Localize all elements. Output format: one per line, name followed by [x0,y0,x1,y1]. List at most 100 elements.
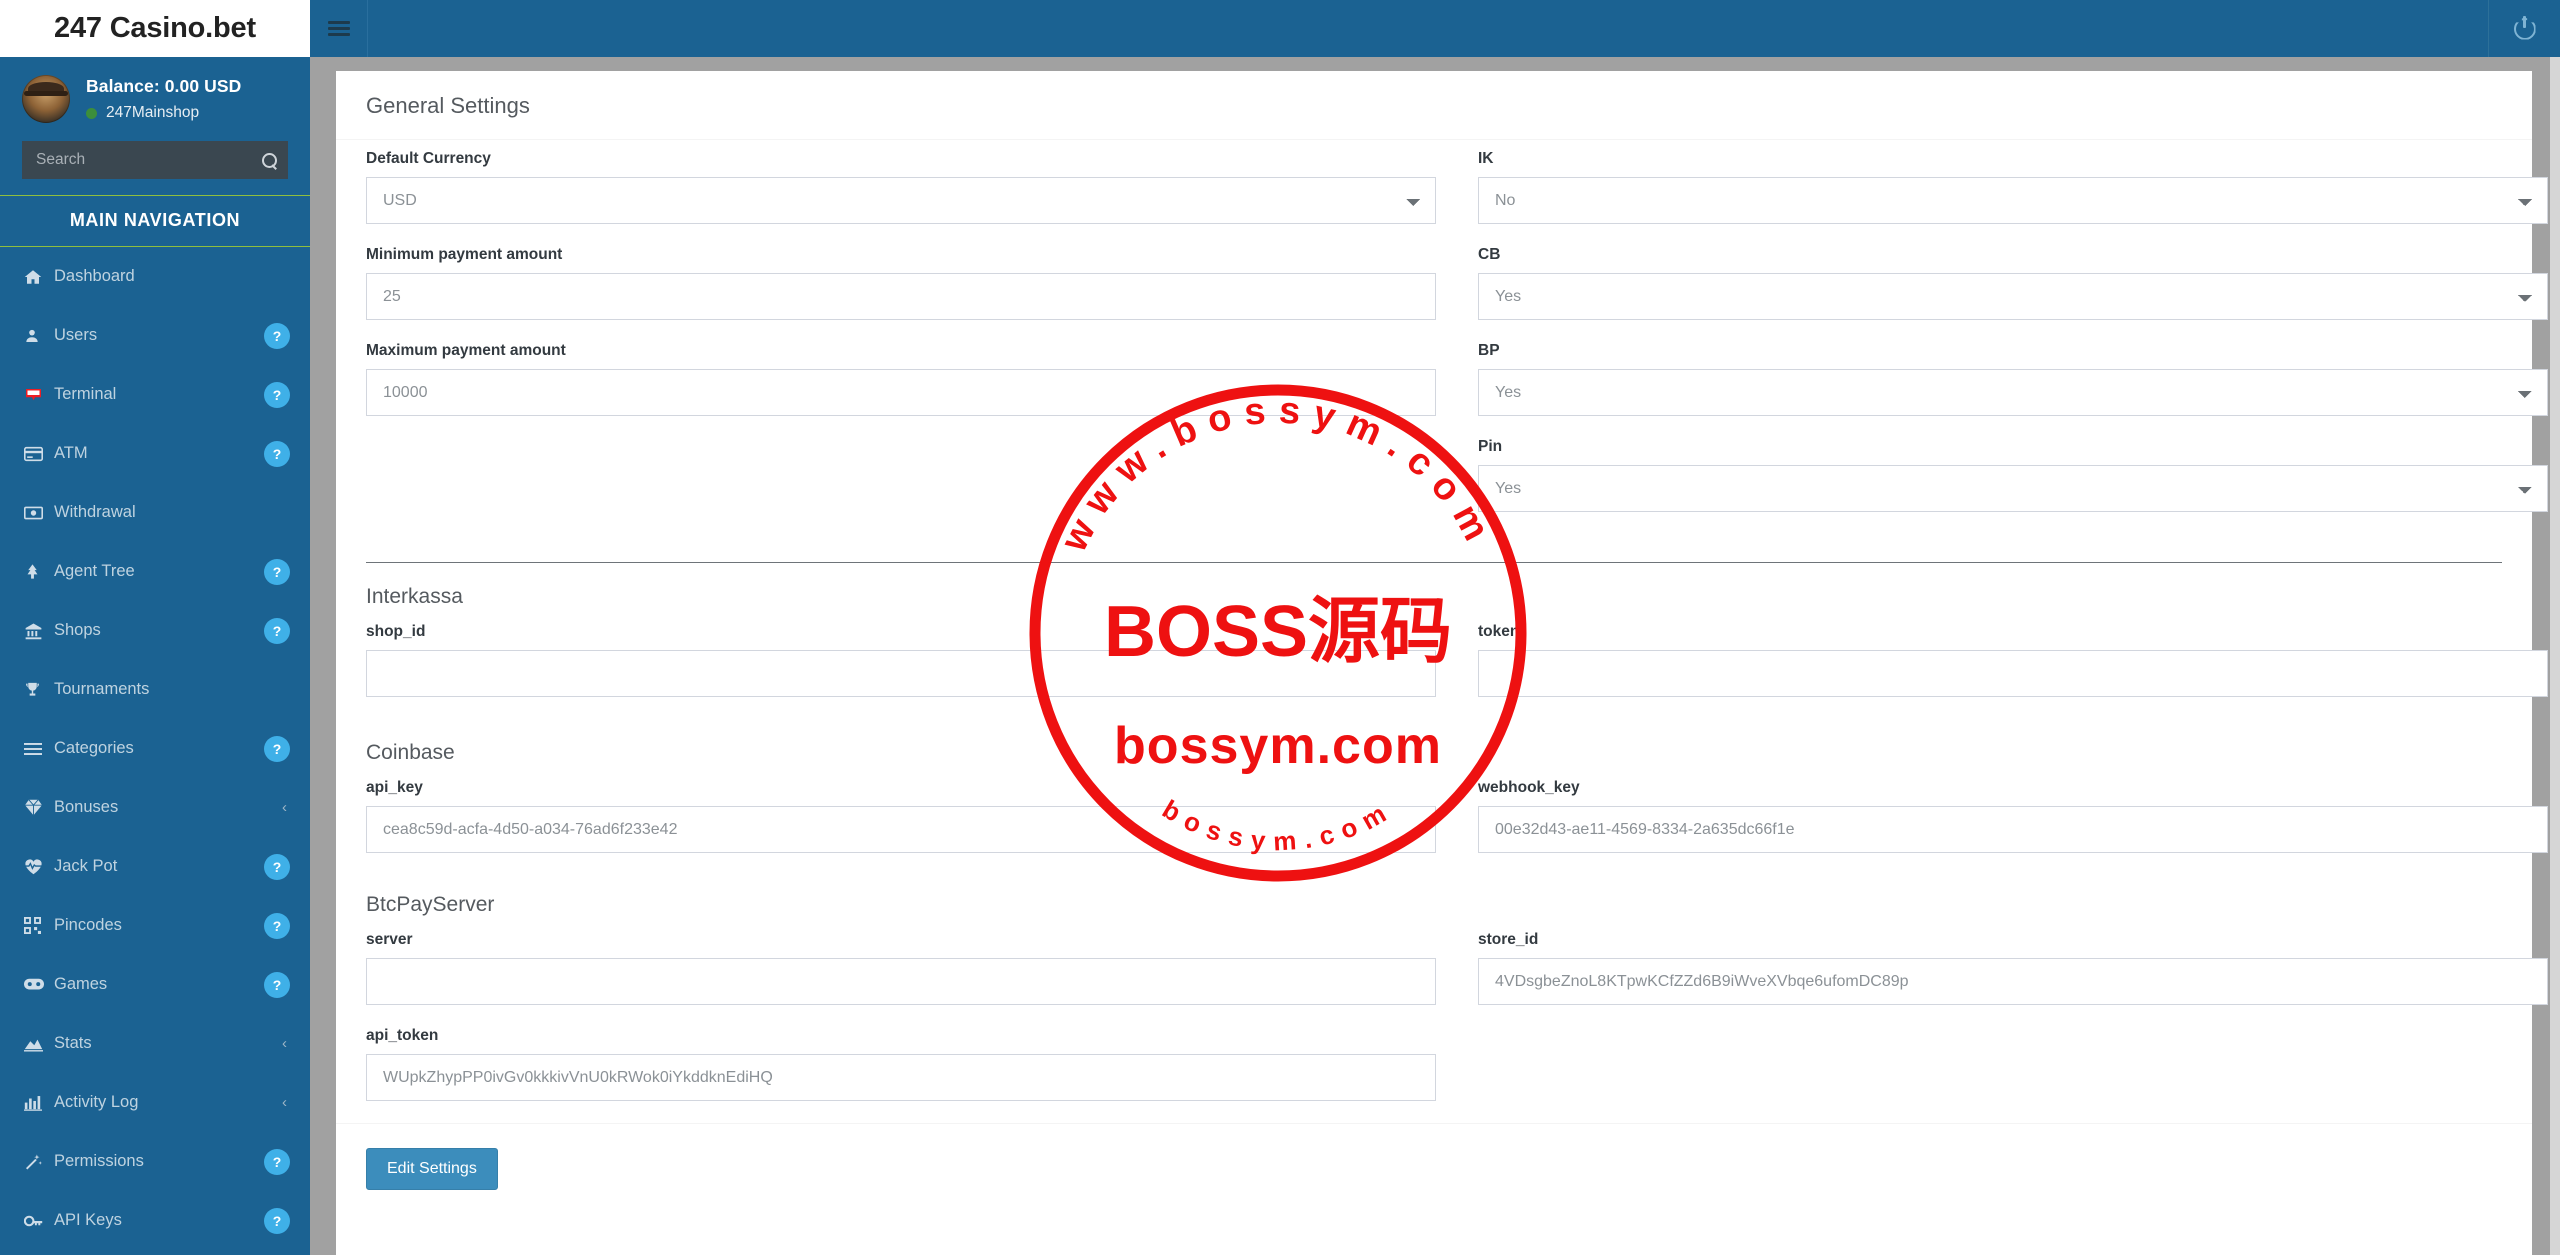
select-default-currency[interactable]: USD [366,177,1436,224]
btcpay-right-column: store_id [1478,893,2548,1123]
sidebar-item-label: Stats [54,1034,92,1052]
coinbase-left-column: Coinbase api_key [366,741,1436,875]
search-button[interactable] [250,141,288,179]
field-api-key: api_key [366,779,1436,853]
sidebar-item-badge: ? [264,853,290,880]
chevron-left-icon: ‹ [282,1094,287,1111]
label-default-currency: Default Currency [366,150,491,167]
sidebar-item-shops[interactable]: Shops? [0,601,310,660]
sidebar-item-dashboard[interactable]: Dashboard [0,247,310,306]
input-minimum-payment[interactable] [366,273,1436,320]
sidebar-item-badge: ? [264,322,290,349]
field-pin: Pin Yes [1478,438,2548,512]
field-server: server [366,931,1436,1005]
coinbase-right-column: webhook_key [1478,741,2548,875]
sidebar-item-label: ATM [54,444,88,462]
sidebar-item-badge: ? [264,912,290,939]
input-maximum-payment[interactable] [366,369,1436,416]
page-title: General Settings [366,93,530,118]
sidebar-item-atm[interactable]: ATM? [0,424,310,483]
sidebar-item-jack-pot[interactable]: Jack Pot? [0,837,310,896]
label-token: token [1478,623,1520,640]
nav-header: MAIN NAVIGATION [0,195,310,247]
bars-icon [24,742,54,756]
trophy-icon [24,681,54,699]
sidebar-item-label: Tournaments [54,680,150,698]
section-title-interkassa: Interkassa [366,585,463,608]
area-chart-icon [24,1036,54,1052]
sidebar-toggle-button[interactable] [310,0,368,57]
sidebar-item-label: Agent Tree [54,562,135,580]
input-token[interactable] [1478,650,2548,697]
sidebar-item-badge: ? [264,440,290,467]
sidebar-item-permissions[interactable]: Permissions? [0,1132,310,1191]
interkassa-row: Interkassa shop_id token [366,585,2548,719]
page-scrollbar[interactable] [2550,57,2560,1255]
sidebar-item-label: Dashboard [54,267,135,285]
user-name: 247Mainshop [106,104,200,121]
sidebar-item-badge: ? [264,617,290,644]
sidebar-item-withdrawal[interactable]: Withdrawal [0,483,310,542]
select-ik[interactable]: No [1478,177,2548,224]
label-api-token: api_token [366,1027,439,1044]
sidebar-item-games[interactable]: Games? [0,955,310,1014]
label-cb: CB [1478,246,1501,263]
search-input[interactable] [22,151,250,169]
sidebar-item-label: Users [54,326,98,344]
sidebar-item-pincodes[interactable]: Pincodes? [0,896,310,955]
input-server[interactable] [366,958,1436,1005]
field-token: token [1478,623,2548,697]
field-webhook-key: webhook_key [1478,779,2548,853]
select-cb[interactable]: Yes [1478,273,2548,320]
power-icon [2513,15,2536,40]
input-store-id[interactable] [1478,958,2548,1005]
settings-box: General Settings Default Currency USD Mi [336,71,2548,1255]
input-shop-id[interactable] [366,650,1436,697]
sidebar-item-categories[interactable]: Categories? [0,719,310,778]
sidebar-item-tournaments[interactable]: Tournaments [0,660,310,719]
field-cb: CB Yes [1478,246,2548,320]
sidebar-item-label: Bonuses [54,798,119,816]
input-api-token[interactable] [366,1054,1436,1101]
input-api-key[interactable] [366,806,1436,853]
sidebar-item-label: Jack Pot [54,857,118,875]
label-shop-id: shop_id [366,623,426,640]
main-header: 247 Casino.bet [0,0,2560,57]
field-api-token: api_token [366,1027,1436,1101]
logout-button[interactable] [2488,0,2560,57]
select-pin[interactable]: Yes [1478,465,2548,512]
interkassa-right-column: token [1478,585,2548,719]
sidebar-item-users[interactable]: Users? [0,306,310,365]
sidebar-item-label: Withdrawal [54,503,136,521]
field-default-currency: Default Currency USD [366,150,1436,224]
sidebar-item-terminal[interactable]: Terminal? [0,365,310,424]
avatar [22,75,70,123]
sidebar-item-badge: ? [264,1148,290,1175]
sidebar-item-agent-tree[interactable]: Agent Tree? [0,542,310,601]
field-bp: BP Yes [1478,342,2548,416]
label-server: server [366,931,413,948]
edit-settings-button[interactable]: Edit Settings [366,1148,498,1190]
select-bp[interactable]: Yes [1478,369,2548,416]
sidebar-item-bonuses[interactable]: Bonuses ‹ [0,778,310,837]
sidebar-item-stats[interactable]: Stats ‹ [0,1014,310,1073]
qrcode-icon [24,917,54,934]
online-status-icon [86,107,97,119]
btcpay-left-column: BtcPayServer server api_token [366,893,1436,1123]
sidebar-item-api-keys[interactable]: API Keys? [0,1191,310,1250]
user-balance: Balance: 0.00 USD [86,76,242,96]
sidebar-item-activity-log[interactable]: Activity Log ‹ [0,1073,310,1132]
field-minimum-payment: Minimum payment amount [366,246,1436,320]
label-api-key: api_key [366,779,423,796]
general-right-column: IK No CB Yes BP Yes Pin Yes [1478,150,2548,534]
magic-icon [24,1153,54,1171]
left-column-spacer [366,438,1436,518]
label-maximum-payment: Maximum payment amount [366,342,566,359]
app-logo[interactable]: 247 Casino.bet [0,0,310,57]
field-ik: IK No [1478,150,2548,224]
input-webhook-key[interactable] [1478,806,2548,853]
terminal-icon [24,386,54,404]
app-root: 247 Casino.bet Balance: 0.00 USD 247Main… [0,0,2560,1255]
tree-icon [24,562,54,581]
user-icon [24,327,54,345]
